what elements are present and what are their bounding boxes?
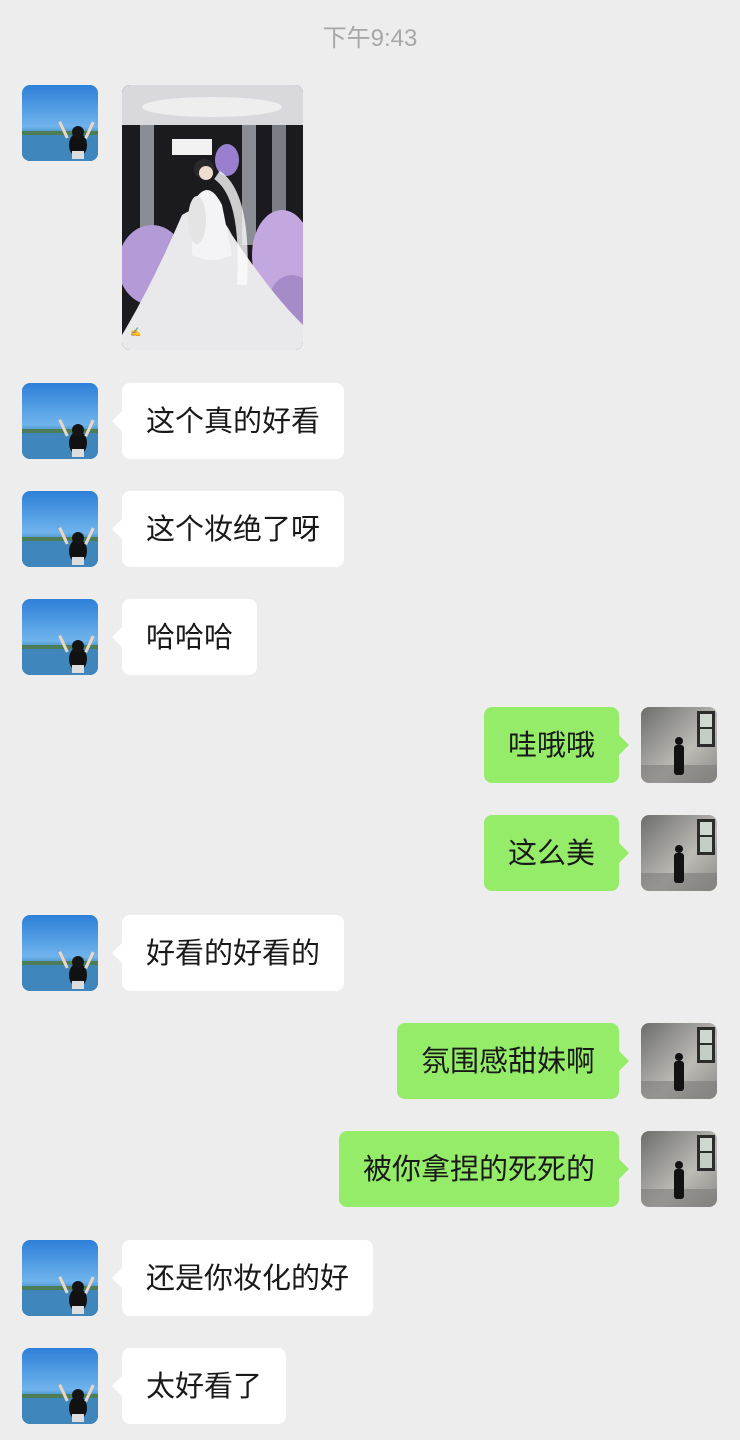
contact-avatar[interactable] — [22, 915, 98, 991]
lake-sky-avatar-icon — [22, 85, 98, 161]
lake-sky-avatar-icon — [22, 383, 98, 459]
chat-timestamp: 下午9:43 — [322, 25, 418, 52]
contact-avatar[interactable] — [22, 1240, 98, 1316]
wall-figure-avatar-icon — [641, 1131, 717, 1207]
lake-sky-avatar-icon — [22, 491, 98, 567]
outgoing-message-bubble[interactable]: 氛围感甜妹啊 — [396, 1023, 630, 1099]
lake-sky-avatar-icon — [22, 1348, 98, 1424]
wall-figure-avatar-icon — [641, 815, 717, 891]
lake-sky-avatar-icon — [22, 915, 98, 991]
incoming-message-bubble[interactable]: 还是你妆化的好 — [111, 1240, 374, 1316]
contact-avatar[interactable] — [22, 85, 98, 161]
outgoing-message-bubble[interactable]: 这么美 — [483, 815, 630, 891]
self-avatar[interactable] — [641, 815, 717, 891]
self-avatar[interactable] — [641, 1023, 717, 1099]
contact-avatar[interactable] — [22, 599, 98, 675]
svg-text:✍: ✍ — [130, 327, 141, 338]
wedding-photo-message[interactable]: ✍ — [122, 85, 303, 350]
incoming-message-bubble[interactable]: 太好看了 — [111, 1348, 287, 1424]
wedding-photo-image: ✍ — [122, 85, 303, 350]
incoming-message-bubble[interactable]: 哈哈哈 — [111, 599, 258, 675]
wall-figure-avatar-icon — [641, 707, 717, 783]
incoming-message-bubble[interactable]: 这个妆绝了呀 — [111, 491, 345, 567]
lake-sky-avatar-icon — [22, 1240, 98, 1316]
outgoing-message-bubble[interactable]: 哇哦哦 — [483, 707, 630, 783]
contact-avatar[interactable] — [22, 1348, 98, 1424]
lake-sky-avatar-icon — [22, 599, 98, 675]
self-avatar[interactable] — [641, 707, 717, 783]
outgoing-message-bubble[interactable]: 被你拿捏的死死的 — [338, 1131, 630, 1207]
contact-avatar[interactable] — [22, 383, 98, 459]
self-avatar[interactable] — [641, 1131, 717, 1207]
incoming-message-bubble[interactable]: 好看的好看的 — [111, 915, 345, 991]
contact-avatar[interactable] — [22, 491, 98, 567]
wall-figure-avatar-icon — [641, 1023, 717, 1099]
incoming-message-bubble[interactable]: 这个真的好看 — [111, 383, 345, 459]
